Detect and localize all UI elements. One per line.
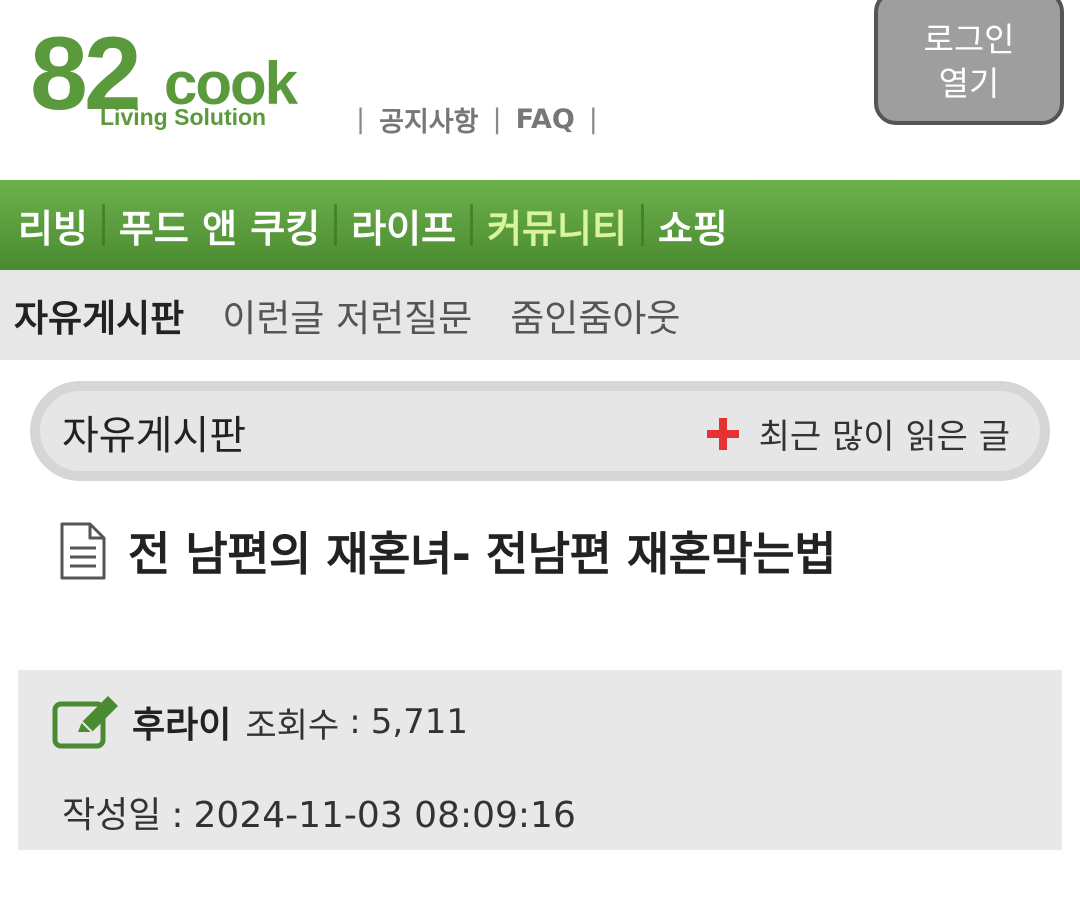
divider: | bbox=[492, 104, 502, 135]
divider: | bbox=[356, 104, 366, 135]
divider bbox=[101, 204, 105, 246]
login-label: 로그인 bbox=[923, 20, 1015, 59]
main-nav: 리빙 푸드 앤 쿠킹 라이프 커뮤니티 쇼핑 bbox=[0, 180, 1080, 270]
plus-icon bbox=[706, 417, 739, 450]
open-label: 열기 bbox=[938, 64, 1000, 103]
divider bbox=[334, 204, 338, 246]
nav-food-cooking[interactable]: 푸드 앤 쿠킹 bbox=[119, 198, 320, 253]
date-colon: : bbox=[171, 795, 184, 836]
divider: | bbox=[588, 104, 598, 135]
recent-popular-label: 최근 많이 읽은 글 bbox=[758, 417, 1010, 457]
date-label: 작성일 bbox=[62, 795, 162, 836]
post-title-row: 전 남편의 재혼녀- 전남편 재혼막는법 bbox=[58, 518, 836, 584]
nav-living[interactable]: 리빙 bbox=[18, 198, 88, 253]
meta-author-row: 후라이 조회수 : 5,711 bbox=[52, 694, 468, 750]
meta-date-row: 작성일:2024-11-03 08:09:16 bbox=[62, 786, 576, 838]
logo-tagline: Living Solution bbox=[100, 104, 267, 130]
recent-popular-button[interactable]: 최근 많이 읽은 글 bbox=[706, 409, 1010, 458]
nav-life[interactable]: 라이프 bbox=[351, 198, 456, 253]
document-icon bbox=[60, 522, 106, 580]
divider bbox=[470, 204, 474, 246]
faq-link[interactable]: FAQ bbox=[516, 104, 575, 135]
sub-nav: 자유게시판 이런글 저런질문 줌인줌아웃 bbox=[0, 270, 1080, 360]
site-logo[interactable]: 82 cook Living Solution bbox=[30, 22, 340, 138]
nav-shopping[interactable]: 쇼핑 bbox=[658, 198, 728, 253]
site-header: 82 cook Living Solution | 공지사항 | FAQ | 로… bbox=[0, 0, 1080, 180]
post-meta: 후라이 조회수 : 5,711 작성일:2024-11-03 08:09:16 bbox=[18, 670, 1062, 850]
views-colon: : bbox=[349, 702, 361, 742]
board-title[interactable]: 자유게시판 bbox=[62, 403, 246, 461]
post-title: 전 남편의 재혼녀- 전남편 재혼막는법 bbox=[128, 527, 836, 581]
board-bar: 자유게시판 최근 많이 읽은 글 bbox=[30, 381, 1050, 481]
author-name[interactable]: 후라이 bbox=[132, 696, 231, 748]
nav-community[interactable]: 커뮤니티 bbox=[487, 198, 627, 253]
subnav-zoom[interactable]: 줌인줌아웃 bbox=[510, 288, 680, 342]
edit-icon bbox=[52, 696, 118, 749]
post-date: 2024-11-03 08:09:16 bbox=[193, 795, 576, 836]
views-label: 조회수 bbox=[245, 705, 340, 746]
notice-link[interactable]: 공지사항 bbox=[379, 100, 478, 139]
subnav-qna[interactable]: 이런글 저런질문 bbox=[222, 288, 472, 342]
top-links: | 공지사항 | FAQ | bbox=[356, 100, 612, 139]
views-count: 5,711 bbox=[370, 702, 469, 742]
subnav-free-board[interactable]: 자유게시판 bbox=[14, 288, 184, 342]
divider bbox=[640, 204, 644, 246]
login-open-button[interactable]: 로그인 열기 bbox=[874, 0, 1064, 125]
